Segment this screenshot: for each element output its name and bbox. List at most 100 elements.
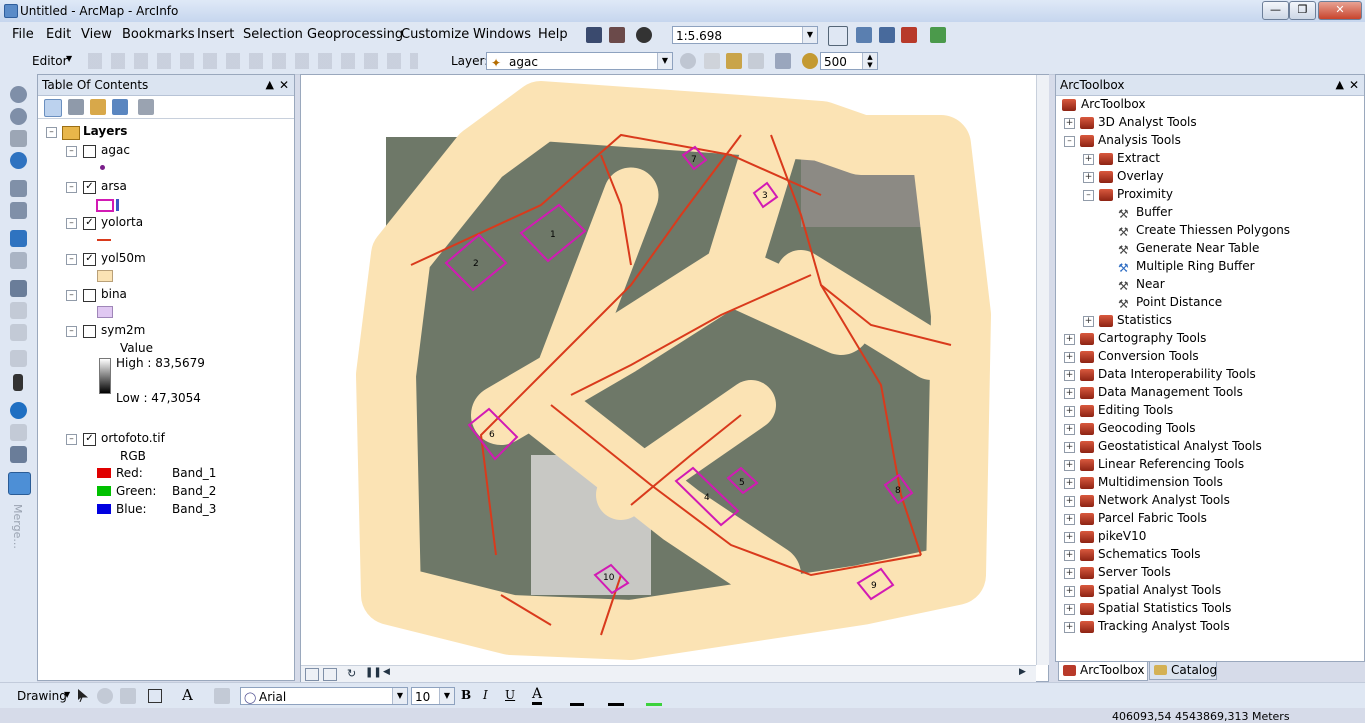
html-popup-icon[interactable] bbox=[10, 446, 27, 463]
layer-arsa-checkbox[interactable]: ✓ bbox=[83, 181, 96, 194]
menu-geoprocessing[interactable]: Geoprocessing bbox=[307, 27, 403, 42]
tool-multiple-ring-buffer[interactable]: Multiple Ring Buffer bbox=[1136, 259, 1255, 273]
scale-combo[interactable]: 1:5.698 ▼ bbox=[672, 26, 818, 44]
list-by-selection-icon[interactable] bbox=[112, 99, 128, 115]
layer-ortofoto-name[interactable]: ortofoto.tif bbox=[101, 431, 165, 445]
map-view[interactable]: 2 1 7 3 6 4 5 8 9 10 ↻ ❚❚ ◀ ▶ bbox=[300, 74, 1049, 682]
marker-color-icon[interactable] bbox=[646, 688, 662, 706]
layer-sym2m-checkbox[interactable] bbox=[83, 325, 96, 338]
select-features-icon[interactable] bbox=[10, 280, 27, 297]
expand-editing-tools-icon[interactable]: + bbox=[1064, 406, 1075, 417]
layer-combo[interactable]: ✦ agac ▼ bbox=[486, 52, 673, 70]
expand-overlay-icon[interactable]: + bbox=[1083, 172, 1094, 183]
flicker-rate-input[interactable]: 500 ▲ ▼ bbox=[820, 52, 878, 70]
measure-icon[interactable] bbox=[8, 472, 31, 495]
rate-icon[interactable] bbox=[802, 53, 818, 69]
zoom-to-selected-icon[interactable] bbox=[120, 688, 136, 704]
expand-conversion-tools-icon[interactable]: + bbox=[1064, 352, 1075, 363]
layer-yol50m-name[interactable]: yol50m bbox=[101, 251, 146, 265]
scroll-left-icon[interactable]: ◀ bbox=[383, 667, 390, 677]
expand-yolorta-icon[interactable]: – bbox=[66, 218, 77, 229]
menu-edit[interactable]: Edit bbox=[46, 27, 71, 42]
expand-linear-referencing-tools-icon[interactable]: + bbox=[1064, 460, 1075, 471]
font-name-combo[interactable]: ◯ Arial ▼ bbox=[240, 687, 408, 705]
toolbox-data-interoperability-tools[interactable]: Data Interoperability Tools bbox=[1098, 367, 1256, 381]
menu-customize[interactable]: Customize bbox=[401, 27, 469, 42]
layer-yolorta-checkbox[interactable]: ✓ bbox=[83, 217, 96, 230]
search-window-icon[interactable] bbox=[879, 27, 895, 43]
layer-yolorta-name[interactable]: yolorta bbox=[101, 215, 143, 229]
expand-analysis-tools-icon[interactable]: – bbox=[1064, 136, 1075, 147]
identify-disabled-icon[interactable] bbox=[10, 350, 27, 367]
toolbox-analysis-tools[interactable]: Analysis Tools bbox=[1098, 133, 1181, 147]
expand-proximity-icon[interactable]: – bbox=[1083, 190, 1094, 201]
options-icon[interactable] bbox=[138, 99, 154, 115]
layer-agac-name[interactable]: agac bbox=[101, 143, 130, 157]
expand-yol50m-icon[interactable]: – bbox=[66, 254, 77, 265]
restore-button[interactable]: ❐ bbox=[1289, 1, 1316, 20]
rectangle-icon[interactable] bbox=[148, 689, 162, 703]
expand-data-management-tools-icon[interactable]: + bbox=[1064, 388, 1075, 399]
text-icon[interactable]: A bbox=[182, 686, 193, 704]
menu-help[interactable]: Help bbox=[538, 27, 568, 42]
menu-view[interactable]: View bbox=[81, 27, 112, 42]
menu-bookmarks[interactable]: Bookmarks bbox=[122, 27, 195, 42]
toolbox-parcel-fabric-tools[interactable]: Parcel Fabric Tools bbox=[1098, 511, 1207, 525]
identify-icon[interactable] bbox=[10, 402, 27, 419]
toolbox-data-management-tools[interactable]: Data Management Tools bbox=[1098, 385, 1243, 399]
tab-arctoolbox[interactable]: ArcToolbox bbox=[1058, 662, 1148, 681]
expand-statistics-icon[interactable]: + bbox=[1083, 316, 1094, 327]
forward-arrow-icon[interactable] bbox=[10, 252, 27, 269]
expand-schematics-tools-icon[interactable]: + bbox=[1064, 550, 1075, 561]
toolbox-network-analyst-tools[interactable]: Network Analyst Tools bbox=[1098, 493, 1230, 507]
toolbox-extract[interactable]: Extract bbox=[1117, 151, 1160, 165]
layer-sym2m-name[interactable]: sym2m bbox=[101, 323, 145, 337]
layer-bina-name[interactable]: bina bbox=[101, 287, 127, 301]
swipe-layer-icon[interactable] bbox=[726, 53, 742, 69]
expand-spatial-analyst-tools-icon[interactable]: + bbox=[1064, 586, 1075, 597]
model-builder-icon[interactable] bbox=[930, 27, 946, 43]
editor-menu[interactable]: Editor bbox=[32, 54, 68, 68]
layer-agac-checkbox[interactable] bbox=[83, 145, 96, 158]
bold-button[interactable]: B bbox=[461, 688, 471, 702]
save-icon[interactable] bbox=[586, 27, 602, 43]
pause-drawing-icon[interactable]: ❚❚ bbox=[365, 667, 382, 678]
underline-button[interactable]: U bbox=[505, 688, 515, 702]
zoom-in-icon[interactable] bbox=[10, 86, 27, 103]
tool-generate-near-table[interactable]: Generate Near Table bbox=[1136, 241, 1259, 255]
pin-icon[interactable]: ▲ bbox=[266, 75, 274, 95]
tool-buffer[interactable]: Buffer bbox=[1136, 205, 1172, 219]
italic-button[interactable]: I bbox=[483, 688, 488, 702]
expand-geocoding-tools-icon[interactable]: + bbox=[1064, 424, 1075, 435]
layer-yol50m-checkbox[interactable]: ✓ bbox=[83, 253, 96, 266]
edit-vertices-icon[interactable] bbox=[10, 324, 27, 341]
list-by-drawing-order-icon[interactable] bbox=[44, 99, 62, 117]
close-button[interactable]: ✕ bbox=[1318, 1, 1362, 20]
back-arrow-icon[interactable] bbox=[10, 230, 27, 247]
catalog-window-icon[interactable] bbox=[856, 27, 872, 43]
toolbox-linear-referencing-tools[interactable]: Linear Referencing Tools bbox=[1098, 457, 1244, 471]
pin-icon[interactable]: ▲ bbox=[1336, 75, 1344, 95]
expand-server-tools-icon[interactable]: + bbox=[1064, 568, 1075, 579]
font-color-button[interactable]: A bbox=[532, 686, 543, 705]
refresh-icon[interactable]: ↻ bbox=[347, 667, 356, 680]
expand-spatial-statistics-tools-icon[interactable]: + bbox=[1064, 604, 1075, 615]
expand-data-interoperability-tools-icon[interactable]: + bbox=[1064, 370, 1075, 381]
fixed-zoom-in-icon[interactable] bbox=[10, 180, 27, 197]
toolbox-cartography-tools[interactable]: Cartography Tools bbox=[1098, 331, 1206, 345]
flicker-icon[interactable] bbox=[748, 53, 764, 69]
tab-catalog[interactable]: Catalog bbox=[1149, 662, 1217, 680]
hyperlink-icon[interactable] bbox=[10, 424, 27, 441]
edit-vertices-drawing-icon[interactable] bbox=[214, 688, 230, 704]
toolbox-spatial-analyst-tools[interactable]: Spatial Analyst Tools bbox=[1098, 583, 1221, 597]
expand-multidimension-tools-icon[interactable]: + bbox=[1064, 478, 1075, 489]
drawing-menu[interactable]: Drawing bbox=[17, 689, 67, 703]
expand-sym2m-icon[interactable]: – bbox=[66, 326, 77, 337]
tool-near[interactable]: Near bbox=[1136, 277, 1165, 291]
zoom-out-icon[interactable] bbox=[10, 108, 27, 125]
menu-selection[interactable]: Selection bbox=[243, 27, 303, 42]
brightness-icon[interactable] bbox=[704, 53, 720, 69]
expand-network-analyst-tools-icon[interactable]: + bbox=[1064, 496, 1075, 507]
toolbox-multidimension-tools[interactable]: Multidimension Tools bbox=[1098, 475, 1223, 489]
expand-ortofoto-icon[interactable]: – bbox=[66, 434, 77, 445]
